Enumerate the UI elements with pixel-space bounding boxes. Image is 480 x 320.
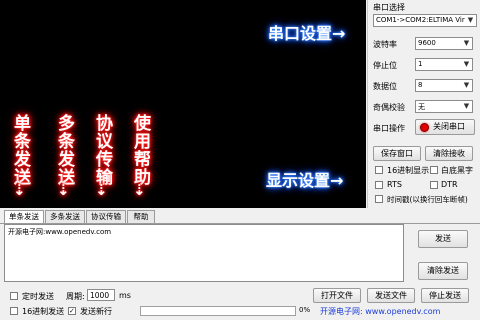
rts-label: RTS: [387, 180, 402, 189]
stop-bits-value: 1: [418, 60, 423, 68]
chevron-down-icon: ▼: [463, 102, 470, 110]
port-operation-label: 串口操作: [373, 124, 405, 133]
down-arrow-icon: ⇣: [95, 181, 108, 199]
timed-send-label: 定时发送: [22, 292, 54, 301]
period-value: 1000: [90, 291, 110, 300]
right-arrow-icon: →: [332, 24, 346, 43]
tab-multi-send[interactable]: 多条发送: [45, 210, 85, 223]
send-button[interactable]: 发送: [418, 230, 468, 248]
open-file-button[interactable]: 打开文件: [313, 288, 361, 303]
annotation-display-settings: 显示设置: [266, 171, 331, 190]
period-unit: ms: [119, 291, 131, 300]
baud-label: 波特率: [373, 40, 397, 49]
down-arrow-icon: ⇣: [57, 181, 70, 199]
parity-value: 无: [418, 103, 425, 111]
period-label: 周期:: [66, 292, 85, 301]
receive-area[interactable]: 单条发送 ⇣ 多条发送 ⇣ 协议传输 ⇣ 使用帮助 ⇣ 串口设置→ 显示设置→: [0, 0, 366, 208]
save-window-button[interactable]: 保存窗口: [373, 146, 421, 161]
chevron-down-icon: ▼: [467, 16, 474, 24]
close-port-label: 关闭串口: [433, 122, 465, 131]
annotation-single-send: 单条发送: [10, 114, 30, 186]
down-arrow-icon: ⇣: [133, 181, 146, 199]
annotation-port-settings: 串口设置: [268, 24, 333, 43]
tab-protocol[interactable]: 协议传输: [86, 210, 126, 223]
port-select[interactable]: COM1->COM2:ELTIMA Vir ▼: [373, 14, 477, 27]
annotation-display-settings-group: 显示设置→: [266, 167, 343, 191]
rts-checkbox[interactable]: [375, 181, 383, 189]
hex-send-checkbox[interactable]: [10, 307, 18, 315]
stop-bits-select[interactable]: 1 ▼: [415, 58, 473, 71]
port-status-indicator-icon: [420, 123, 429, 132]
footer-link[interactable]: 开源电子网: www.openedv.com: [320, 306, 440, 317]
stop-send-button[interactable]: 停止发送: [421, 288, 469, 303]
chevron-down-icon: ▼: [463, 81, 470, 89]
chevron-down-icon: ▼: [463, 39, 470, 47]
parity-select[interactable]: 无 ▼: [415, 100, 473, 113]
timed-send-checkbox[interactable]: [10, 292, 18, 300]
data-bits-value: 8: [418, 81, 423, 89]
dtr-checkbox[interactable]: [430, 181, 438, 189]
right-arrow-icon: →: [330, 171, 344, 190]
period-input[interactable]: 1000: [87, 289, 115, 301]
close-port-button[interactable]: 关闭串口: [415, 119, 475, 135]
dtr-label: DTR: [441, 180, 458, 189]
timestamp-label: 时间戳(以换行回车断帧): [387, 195, 468, 204]
send-progress-bar: [140, 306, 296, 316]
down-arrow-icon: ⇣: [13, 181, 26, 199]
annotation-protocol: 协议传输: [92, 114, 112, 186]
tab-single-send[interactable]: 单条发送: [4, 210, 44, 224]
white-bg-label: 白底黑字: [441, 166, 473, 175]
annotation-help: 使用帮助: [130, 114, 150, 186]
tab-help[interactable]: 帮助: [127, 210, 155, 223]
newline-checkbox[interactable]: [68, 307, 76, 315]
data-bits-select[interactable]: 8 ▼: [415, 79, 473, 92]
hex-display-checkbox[interactable]: [375, 166, 383, 174]
port-select-label: 串口选择: [373, 3, 405, 12]
parity-label: 奇偶校验: [373, 103, 405, 112]
progress-text: 0%: [299, 306, 311, 314]
stop-bits-label: 停止位: [373, 61, 397, 70]
clear-send-button[interactable]: 清除发送: [418, 262, 468, 280]
chevron-down-icon: ▼: [463, 60, 470, 68]
send-input-text: 开源电子网:www.openedv.com: [8, 228, 112, 236]
annotation-port-settings-group: 串口设置→: [268, 20, 345, 44]
port-select-value: COM1->COM2:ELTIMA Vir: [376, 16, 465, 24]
annotation-multi-send: 多条发送: [54, 114, 74, 186]
data-bits-label: 数据位: [373, 82, 397, 91]
hex-display-label: 16进制显示: [387, 166, 430, 175]
send-input[interactable]: 开源电子网:www.openedv.com: [4, 224, 404, 282]
baud-select[interactable]: 9600 ▼: [415, 37, 473, 50]
hex-send-label: 16进制发送: [22, 307, 65, 316]
newline-label: 发送新行: [80, 307, 112, 316]
clear-receive-button[interactable]: 清除接收: [425, 146, 473, 161]
settings-panel: 串口选择 COM1->COM2:ELTIMA Vir ▼ 波特率 9600 ▼ …: [367, 0, 480, 208]
send-file-button[interactable]: 发送文件: [367, 288, 415, 303]
white-bg-checkbox[interactable]: [430, 166, 438, 174]
timestamp-checkbox[interactable]: [375, 195, 383, 203]
baud-select-value: 9600: [418, 39, 436, 47]
